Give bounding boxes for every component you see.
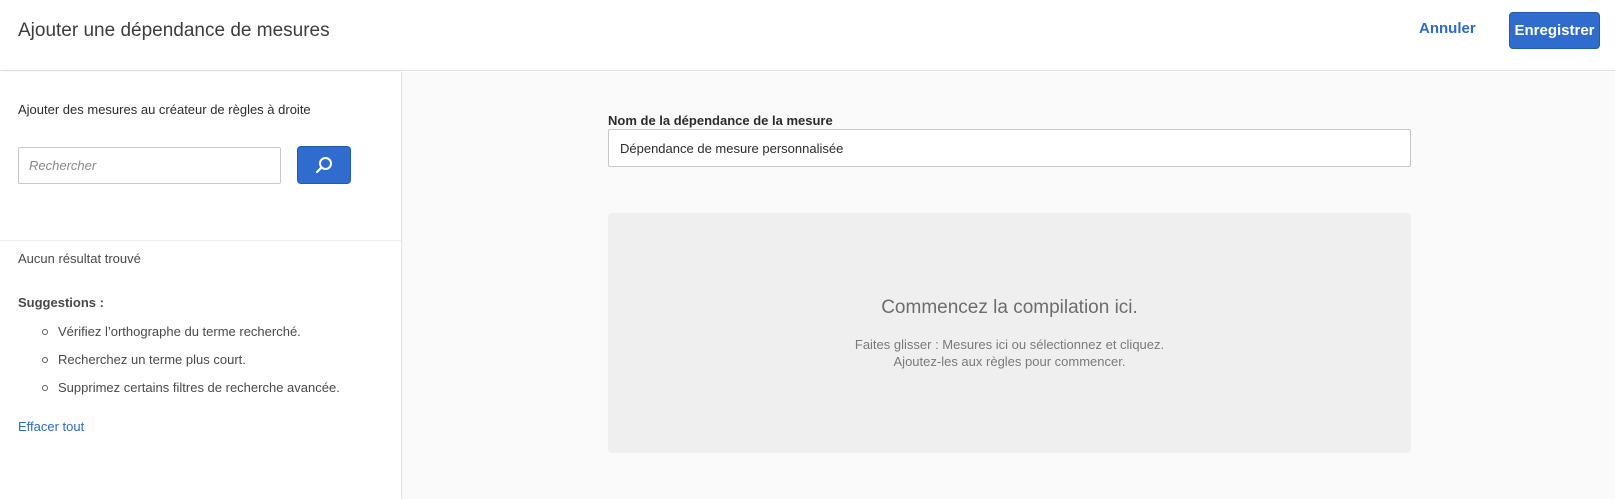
search-button[interactable] (297, 146, 351, 184)
suggestion-text: Recherchez un terme plus court. (58, 352, 246, 367)
name-field[interactable] (608, 129, 1411, 167)
name-field-label: Nom de la dépendance de la mesure (608, 113, 833, 128)
sidebar: Ajouter des mesures au créateur de règle… (0, 72, 402, 499)
page-title: Ajouter une dépendance de mesures (18, 20, 330, 41)
suggestion-list: Vérifiez l’orthographe du terme recherch… (40, 324, 340, 408)
clear-all-link[interactable]: Effacer tout (18, 419, 84, 434)
sidebar-heading: Ajouter des mesures au créateur de règle… (18, 102, 311, 117)
suggestion-text: Supprimez certains filtres de recherche … (58, 380, 340, 395)
cancel-button[interactable]: Annuler (1419, 20, 1476, 37)
search-icon (315, 157, 332, 174)
suggestions-title: Suggestions : (18, 295, 104, 310)
no-results-message: Aucun résultat trouvé (18, 251, 141, 266)
drop-zone-instruction: Faites glisser : Mesures ici ou sélectio… (854, 337, 1165, 352)
search-input[interactable] (18, 147, 281, 184)
suggestion-item: Recherchez un terme plus court. (40, 352, 340, 380)
header-bar: Ajouter une dépendance de mesures Annule… (0, 0, 1615, 71)
drop-zone-title: Commencez la compilation ici. (881, 297, 1138, 318)
bullet-icon (42, 357, 48, 363)
save-button[interactable]: Enregistrer (1509, 12, 1600, 49)
suggestion-text: Vérifiez l’orthographe du terme recherch… (58, 324, 301, 339)
bullet-icon (42, 329, 48, 335)
bullet-icon (42, 385, 48, 391)
suggestion-item: Vérifiez l’orthographe du terme recherch… (40, 324, 340, 352)
drop-zone-instruction: Ajoutez-les aux règles pour commencer. (893, 354, 1126, 369)
sidebar-divider (0, 240, 401, 241)
suggestion-item: Supprimez certains filtres de recherche … (40, 380, 340, 408)
main-panel: Nom de la dépendance de la mesure Commen… (403, 72, 1615, 499)
drop-zone[interactable]: Commencez la compilation ici. Faites gli… (608, 213, 1411, 453)
